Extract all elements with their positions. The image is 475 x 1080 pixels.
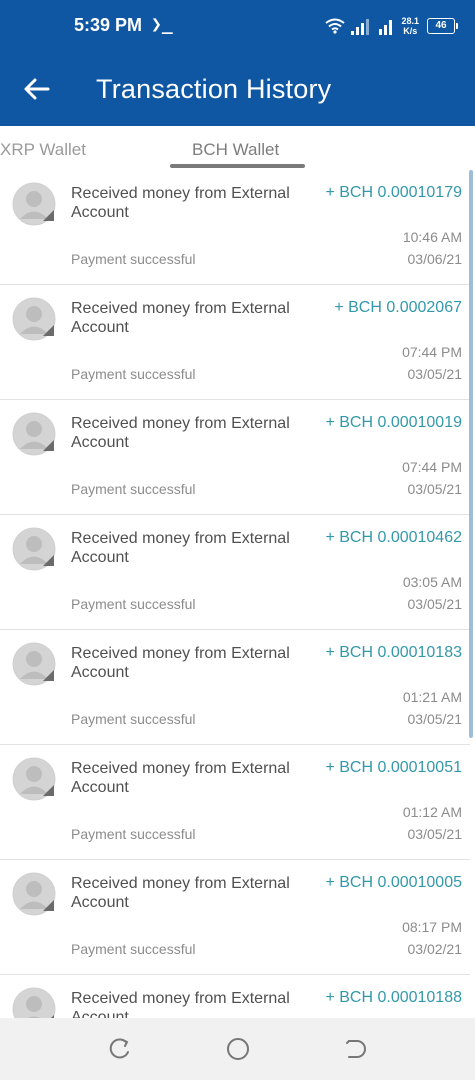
transaction-status: Payment successful — [71, 826, 196, 842]
transaction-row[interactable]: Received money from External Account + BC… — [0, 170, 470, 285]
transaction-status: Payment successful — [71, 711, 196, 727]
signal-icon — [351, 19, 370, 35]
avatar-icon — [12, 297, 56, 341]
transaction-amount: + BCH 0.0002067 — [334, 299, 462, 316]
page-title: Transaction History — [96, 74, 332, 104]
network-speed: 28.1 K/s — [401, 16, 419, 36]
transaction-amount: + BCH 0.00010188 — [325, 989, 462, 1006]
transaction-date: 03/05/21 — [407, 711, 463, 727]
avatar-icon — [12, 412, 56, 456]
battery-icon: 46 — [427, 18, 458, 34]
status-time: 5:39 PM — [74, 15, 143, 35]
transaction-date: 03/02/21 — [407, 941, 463, 957]
recent-apps-icon[interactable] — [106, 1036, 132, 1062]
avatar-icon — [12, 527, 56, 571]
avatar-icon — [12, 872, 56, 916]
transaction-description: Received money from External Account — [71, 415, 290, 451]
transaction-date: 03/06/21 — [407, 251, 463, 267]
transaction-row[interactable]: Received money from External Account + BC… — [0, 745, 470, 860]
signal-icon-2 — [379, 20, 393, 35]
transaction-description: Received money from External Account — [71, 185, 290, 221]
tab-indicator — [170, 164, 305, 168]
transaction-time: 10:46 AM — [402, 229, 462, 245]
tab-bch-wallet[interactable]: BCH Wallet — [192, 140, 279, 160]
transaction-list[interactable]: Received money from External Account + BC… — [0, 170, 475, 1018]
transaction-description: Received money from External Account — [71, 300, 290, 336]
transaction-row[interactable]: Received money from External Account + BC… — [0, 400, 470, 515]
transaction-description: Received money from External Account — [71, 645, 290, 681]
transaction-status: Payment successful — [71, 596, 196, 612]
transaction-row[interactable]: Received money from External Account + BC… — [0, 285, 470, 400]
transaction-amount: + BCH 0.00010005 — [325, 874, 462, 891]
transaction-description: Received money from External Account — [71, 760, 290, 796]
transaction-description: Received money from External Account — [71, 530, 290, 566]
wifi-icon — [325, 18, 346, 34]
transaction-time: 01:21 AM — [402, 689, 462, 705]
avatar-icon — [12, 987, 56, 1018]
transaction-status: Payment successful — [71, 941, 196, 957]
transaction-date: 03/05/21 — [407, 596, 463, 612]
status-bar: 5:39 PM ❯_ 28.1 K/s 46 — [0, 0, 475, 52]
transaction-amount: + BCH 0.00010183 — [325, 644, 462, 661]
transaction-amount: + BCH 0.00010051 — [325, 759, 462, 776]
back-nav-icon[interactable] — [343, 1036, 369, 1062]
home-icon[interactable] — [225, 1036, 251, 1062]
system-nav-bar — [0, 1018, 475, 1080]
transaction-row[interactable]: Received money from External Account + BC… — [0, 515, 470, 630]
transaction-description: Received money from External Account — [71, 990, 290, 1018]
transaction-date: 03/05/21 — [407, 366, 463, 382]
avatar-icon — [12, 757, 56, 801]
transaction-time: 03:05 AM — [402, 574, 462, 590]
transaction-amount: + BCH 0.00010462 — [325, 529, 462, 546]
terminal-icon: ❯_ — [151, 14, 173, 35]
transaction-description: Received money from External Account — [71, 875, 290, 911]
transaction-amount: + BCH 0.00010179 — [325, 184, 462, 201]
transaction-time: 07:44 PM — [402, 459, 462, 475]
speed-unit: K/s — [403, 26, 418, 36]
status-icons: 28.1 K/s 46 — [325, 12, 458, 40]
transaction-time: 01:12 AM — [402, 804, 462, 820]
transaction-date: 03/05/21 — [407, 481, 463, 497]
scrollbar[interactable] — [469, 170, 473, 738]
transaction-amount: + BCH 0.00010019 — [325, 414, 462, 431]
back-arrow-icon[interactable] — [22, 74, 52, 104]
tab-xrp-wallet[interactable]: XRP Wallet — [0, 140, 86, 160]
avatar-icon — [12, 642, 56, 686]
transaction-status: Payment successful — [71, 251, 196, 267]
transaction-time: 07:44 PM — [402, 344, 462, 360]
transaction-row[interactable]: Received money from External Account + BC… — [0, 860, 470, 975]
app-bar: Transaction History — [0, 52, 475, 126]
transaction-date: 03/05/21 — [407, 826, 463, 842]
transaction-time: 08:17 PM — [402, 919, 462, 935]
transaction-row[interactable]: Received money from External Account + BC… — [0, 630, 470, 745]
avatar-icon — [12, 182, 56, 226]
transaction-status: Payment successful — [71, 481, 196, 497]
speed-value: 28.1 — [401, 16, 419, 26]
wallet-tabs: XRP Wallet BCH Wallet — [0, 126, 475, 170]
transaction-status: Payment successful — [71, 366, 196, 382]
transaction-row[interactable]: Received money from External Account + BC… — [0, 975, 470, 1018]
